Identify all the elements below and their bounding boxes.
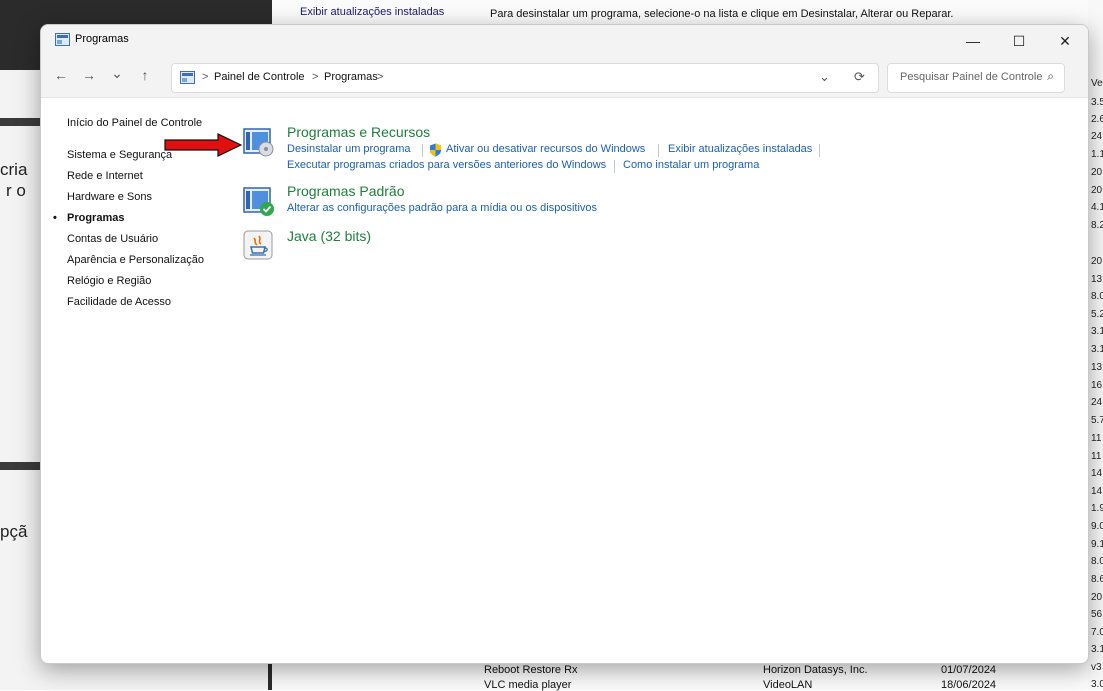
background-version-value: 8.0	[1091, 556, 1103, 567]
title-bar: Programas — ☐ ✕	[41, 25, 1088, 57]
navigation-bar: ← → ⌄ ↑ > Painel de Controle > Programas…	[41, 57, 1088, 98]
breadcrumb-separator[interactable]: >	[377, 71, 383, 83]
background-version-value: 4.1	[1091, 202, 1103, 213]
category-title[interactable]: Java (32 bits)	[287, 228, 371, 244]
background-version-value: 3.1	[1091, 644, 1103, 655]
java-icon	[243, 230, 273, 260]
programs-features-icon	[243, 128, 274, 157]
uninstall-program-link[interactable]: Desinstalar um programa	[287, 143, 411, 155]
back-arrow-icon[interactable]: ←	[51, 67, 71, 83]
sidebar-item-hardware-sons[interactable]: Hardware e Sons	[67, 191, 152, 203]
search-icon[interactable]: ⌕	[1047, 69, 1054, 84]
background-version-value: 9.0	[1091, 521, 1103, 532]
background-version-value: 3.0	[1091, 679, 1103, 690]
address-dropdown-icon[interactable]: ⌄	[819, 69, 830, 85]
background-program-name[interactable]: Reboot Restore Rx	[484, 664, 578, 676]
background-updates-link[interactable]: Exibir atualizações instaladas	[300, 6, 444, 18]
sidebar-item-contas-usuario[interactable]: Contas de Usuário	[67, 233, 158, 245]
default-programs-icon	[243, 187, 274, 216]
control-panel-icon	[55, 33, 70, 46]
category-title[interactable]: Programas e Recursos	[287, 124, 430, 140]
background-version-value: 14	[1091, 486, 1103, 497]
background-version-value: 20	[1091, 185, 1103, 196]
sidebar-item-programas[interactable]: Programas	[67, 212, 124, 224]
shield-icon	[430, 143, 441, 157]
background-version-value: 24	[1091, 131, 1103, 142]
maximize-button[interactable]: ☐	[996, 25, 1042, 57]
red-arrow-annotation	[164, 133, 242, 157]
background-version-value: 14	[1091, 468, 1103, 479]
background-version-value: 13	[1091, 362, 1103, 373]
background-version-value: 5.7	[1091, 415, 1103, 426]
background-version-value: 56	[1091, 609, 1103, 620]
breadcrumb-separator[interactable]: >	[312, 71, 318, 83]
background-version-value: 8.0	[1091, 291, 1103, 302]
background-version-value: 11	[1091, 451, 1102, 462]
background-version-value: 8.2	[1091, 220, 1103, 231]
background-version-value: 13	[1091, 274, 1103, 285]
link-separator	[819, 144, 820, 157]
background-text-fragment: pçã	[0, 522, 28, 541]
window-title: Programas	[75, 33, 129, 45]
background-version-value: 20	[1091, 256, 1103, 267]
breadcrumb-separator[interactable]: >	[202, 71, 208, 83]
search-placeholder: Pesquisar Painel de Controle	[900, 71, 1043, 83]
windows-features-link[interactable]: Ativar ou desativar recursos do Windows	[446, 143, 645, 155]
sidebar-item-facilidade-acesso[interactable]: Facilidade de Acesso	[67, 296, 171, 308]
sidebar-item-inicio[interactable]: Início do Painel de Controle	[67, 117, 202, 129]
background-hint-text: Para desinstalar um programa, selecione-…	[490, 8, 954, 20]
compatibility-programs-link[interactable]: Executar programas criados para versões …	[287, 159, 606, 171]
background-program-date: 01/07/2024	[941, 664, 997, 676]
background-version-value: 2.6	[1091, 114, 1103, 125]
breadcrumb-painel-de-controle[interactable]: Painel de Controle	[214, 71, 305, 83]
up-arrow-icon[interactable]: ↑	[135, 67, 155, 83]
category-title[interactable]: Programas Padrão	[287, 183, 405, 199]
background-version-value: 16	[1091, 380, 1103, 391]
background-version-value: 3.5	[1091, 97, 1103, 108]
sidebar-item-rede-internet[interactable]: Rede e Internet	[67, 170, 143, 182]
background-version-value: 20	[1091, 167, 1103, 178]
background-version-value: 3.1	[1091, 326, 1103, 337]
background-text-fragment: r o	[6, 181, 26, 200]
programs-window: Programas — ☐ ✕ ← → ⌄ ↑ > Painel de Cont…	[40, 24, 1089, 664]
background-version-value: 1.9	[1091, 503, 1103, 514]
background-version-value: 9.1	[1091, 539, 1103, 550]
how-to-install-link[interactable]: Como instalar um programa	[623, 159, 759, 171]
background-version-value: 11	[1091, 433, 1102, 444]
background-version-value: 3.1	[1091, 344, 1103, 355]
link-separator	[658, 144, 659, 157]
sidebar-item-sistema-seguranca[interactable]: Sistema e Segurança	[67, 149, 172, 161]
link-separator	[614, 160, 615, 173]
installed-updates-link[interactable]: Exibir atualizações instaladas	[668, 143, 812, 155]
sidebar-item-relogio-regiao[interactable]: Relógio e Região	[67, 275, 151, 287]
recent-locations-icon[interactable]: ⌄	[107, 65, 127, 82]
control-panel-icon	[180, 71, 195, 84]
forward-arrow-icon[interactable]: →	[79, 67, 99, 83]
selected-bullet-icon: •	[53, 212, 57, 224]
background-version-value: 20	[1091, 592, 1103, 603]
background-version-value: 7.0	[1091, 627, 1103, 638]
link-separator	[422, 144, 423, 157]
minimize-button[interactable]: —	[950, 25, 996, 57]
background-program-publisher: Horizon Datasys, Inc.	[763, 664, 868, 676]
search-box[interactable]: Pesquisar Painel de Controle ⌕	[887, 63, 1065, 93]
background-version-value: v3	[1091, 662, 1102, 673]
background-version-value: 24	[1091, 397, 1103, 408]
default-settings-link[interactable]: Alterar as configurações padrão para a m…	[287, 202, 597, 214]
background-version-column: Ve 3.5 2.6 24 1.1 20 20 4.1 8.2 20 13 8.0 5.2 3.1 3.1 1…	[1088, 0, 1103, 690]
background-program-name[interactable]: VLC media player	[484, 679, 571, 691]
background-version-value: 5.2	[1091, 309, 1103, 320]
background-version-value: 8.6	[1091, 574, 1103, 585]
background-program-date: 18/06/2024	[941, 679, 997, 691]
address-bar[interactable]: > Painel de Controle > Programas > ⌄ ⟳	[171, 63, 879, 93]
breadcrumb-programas[interactable]: Programas	[324, 71, 378, 83]
refresh-icon[interactable]: ⟳	[854, 69, 865, 85]
background-version-value: 1.1	[1091, 149, 1103, 160]
sidebar-item-aparencia[interactable]: Aparência e Personalização	[67, 254, 204, 266]
background-program-publisher: VideoLAN	[763, 679, 813, 691]
background-text-fragment: cria	[0, 160, 28, 179]
close-button[interactable]: ✕	[1042, 25, 1088, 57]
background-version-value: Ve	[1091, 78, 1103, 89]
